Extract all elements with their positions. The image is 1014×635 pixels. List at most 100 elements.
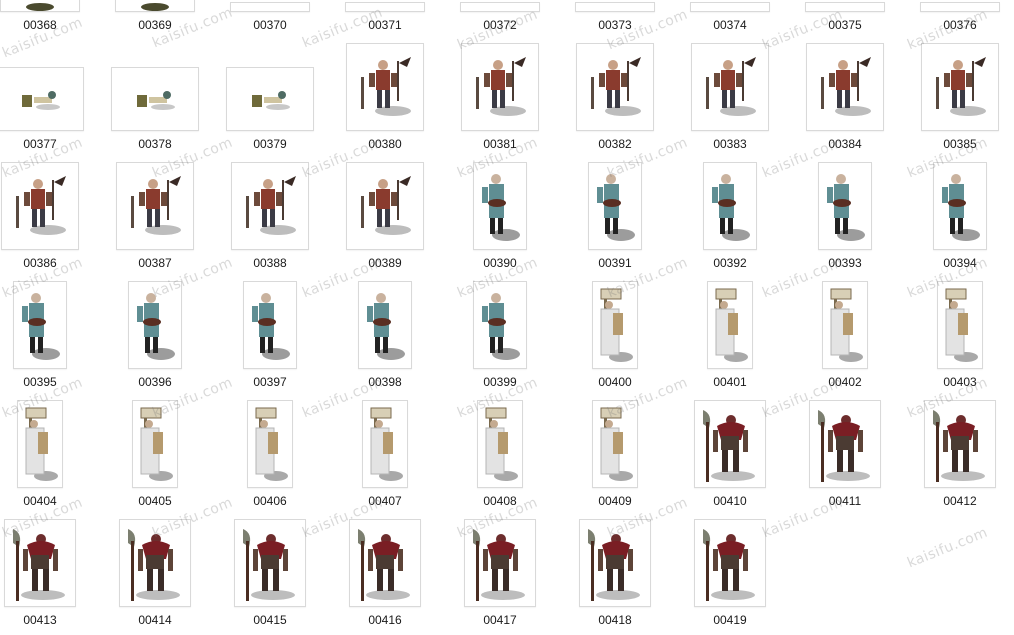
file-thumbnail[interactable] [345,2,425,12]
file-thumbnail[interactable] [132,400,178,488]
file-thumbnail[interactable] [230,2,310,12]
file-item[interactable]: 00375 [789,0,901,32]
file-item[interactable]: 00408 [444,382,556,508]
file-thumbnail[interactable] [349,519,421,607]
file-thumbnail[interactable] [111,67,199,131]
file-item[interactable]: 00414 [99,501,211,627]
file-thumbnail[interactable] [226,67,314,131]
file-item[interactable]: 00392 [674,144,786,270]
file-item[interactable]: 00391 [559,144,671,270]
file-thumbnail[interactable] [806,43,884,131]
file-thumbnail[interactable] [17,400,63,488]
file-item[interactable]: 00370 [214,0,326,32]
file-item[interactable]: 00418 [559,501,671,627]
file-thumbnail[interactable] [707,281,753,369]
file-item[interactable]: 00401 [674,263,786,389]
file-thumbnail[interactable] [592,400,638,488]
file-item[interactable]: 00374 [674,0,786,32]
file-item[interactable]: 00378 [99,25,211,151]
file-item[interactable]: 00419 [674,501,786,627]
file-item[interactable]: 00368 [0,0,96,32]
file-item[interactable]: 00404 [0,382,96,508]
file-item[interactable]: 00377 [0,25,96,151]
file-item[interactable]: 00369 [99,0,211,32]
file-thumbnail[interactable] [346,162,424,250]
file-thumbnail[interactable] [243,281,297,369]
file-item[interactable]: 00406 [214,382,326,508]
file-item[interactable]: 00389 [329,144,441,270]
file-thumbnail[interactable] [1,162,79,250]
file-thumbnail[interactable] [818,162,872,250]
file-thumbnail[interactable] [477,400,523,488]
file-thumbnail[interactable] [805,2,885,12]
file-item[interactable]: 00373 [559,0,671,32]
file-thumbnail[interactable] [937,281,983,369]
file-item[interactable]: 00400 [559,263,671,389]
file-item[interactable]: 00382 [559,25,671,151]
file-thumbnail[interactable] [13,281,67,369]
file-item[interactable]: 00405 [99,382,211,508]
file-thumbnail[interactable] [809,400,881,488]
file-item[interactable]: 00412 [904,382,1014,508]
file-item[interactable]: 00413 [0,501,96,627]
file-thumbnail[interactable] [588,162,642,250]
file-item[interactable]: 00372 [444,0,556,32]
file-thumbnail[interactable] [576,43,654,131]
file-item[interactable]: 00397 [214,263,326,389]
file-thumbnail[interactable] [247,400,293,488]
file-thumbnail[interactable] [822,281,868,369]
file-thumbnail[interactable] [362,400,408,488]
file-item[interactable]: 00386 [0,144,96,270]
file-thumbnail[interactable] [694,400,766,488]
file-item[interactable]: 00381 [444,25,556,151]
file-item[interactable]: 00416 [329,501,441,627]
file-item[interactable]: 00403 [904,263,1014,389]
file-item[interactable]: 00380 [329,25,441,151]
file-item[interactable]: 00371 [329,0,441,32]
file-thumbnail[interactable] [231,162,309,250]
file-thumbnail[interactable] [0,67,84,131]
file-thumbnail[interactable] [921,43,999,131]
file-item[interactable]: 00398 [329,263,441,389]
file-item[interactable]: 00402 [789,263,901,389]
file-thumbnail[interactable] [0,0,80,12]
file-thumbnail[interactable] [128,281,182,369]
file-thumbnail[interactable] [575,2,655,12]
file-thumbnail[interactable] [115,0,195,12]
file-thumbnail[interactable] [920,2,1000,12]
file-thumbnail[interactable] [464,519,536,607]
file-thumbnail[interactable] [460,2,540,12]
file-thumbnail[interactable] [703,162,757,250]
file-thumbnail[interactable] [579,519,651,607]
file-item[interactable]: 00396 [99,263,211,389]
file-item[interactable]: 00393 [789,144,901,270]
file-thumbnail[interactable] [4,519,76,607]
file-item[interactable]: 00384 [789,25,901,151]
file-item[interactable]: 00376 [904,0,1014,32]
file-thumbnail[interactable] [234,519,306,607]
file-thumbnail[interactable] [924,400,996,488]
file-thumbnail[interactable] [473,162,527,250]
file-item[interactable]: 00415 [214,501,326,627]
file-thumbnail[interactable] [473,281,527,369]
file-item[interactable]: 00390 [444,144,556,270]
file-thumbnail[interactable] [346,43,424,131]
file-item[interactable]: 00411 [789,382,901,508]
file-item[interactable]: 00383 [674,25,786,151]
file-thumbnail[interactable] [690,2,770,12]
file-item[interactable]: 00410 [674,382,786,508]
file-item[interactable]: 00395 [0,263,96,389]
file-item[interactable]: 00379 [214,25,326,151]
file-thumbnail[interactable] [116,162,194,250]
file-item[interactable]: 00388 [214,144,326,270]
file-item[interactable]: 00387 [99,144,211,270]
file-thumbnail[interactable] [119,519,191,607]
file-thumbnail[interactable] [933,162,987,250]
file-item[interactable]: 00409 [559,382,671,508]
file-item[interactable]: 00417 [444,501,556,627]
file-thumbnail[interactable] [358,281,412,369]
file-item[interactable]: 00385 [904,25,1014,151]
file-thumbnail[interactable] [691,43,769,131]
file-thumbnail[interactable] [592,281,638,369]
file-thumbnail[interactable] [461,43,539,131]
